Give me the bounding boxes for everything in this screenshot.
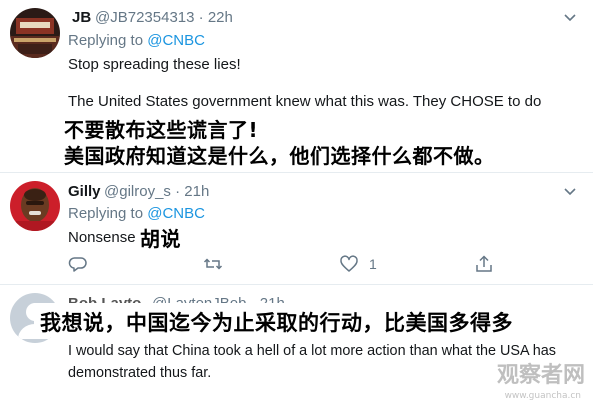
replying-prefix: Replying to: [68, 32, 144, 49]
translation-caption: 不要散布这些谎言了!: [64, 118, 259, 142]
mention-link[interactable]: @CNBC: [147, 205, 205, 222]
translation-caption: 胡说: [140, 227, 181, 251]
tweet-text: Nonsense: [68, 229, 136, 246]
avatar[interactable]: [10, 181, 60, 231]
retweet-icon: [203, 258, 223, 270]
author-handle[interactable]: @gilroy_s · 21h: [104, 183, 209, 200]
tweet-jb[interactable]: JB @JB72354313 · 22h Replying to @CNBC S…: [0, 0, 593, 169]
separator-dot: ·: [198, 9, 208, 26]
replying-to: Replying to @CNBC: [68, 32, 205, 49]
replying-to: Replying to @CNBC: [68, 205, 205, 222]
like-button[interactable]: 1: [339, 253, 377, 275]
timestamp[interactable]: 21h: [184, 183, 209, 200]
tweet-gilly[interactable]: Gilly @gilroy_s · 21h Replying to @CNBC …: [0, 173, 593, 283]
mention-link[interactable]: @CNBC: [147, 32, 205, 49]
like-count: 1: [369, 256, 377, 272]
share-icon: [476, 255, 492, 272]
timestamp[interactable]: 22h: [208, 9, 233, 26]
avatar[interactable]: [10, 8, 60, 58]
tweet-text-line: Stop spreading these lies!: [68, 56, 241, 73]
translation-caption: 美国政府知道这是什么，他们选择什么都不做。: [64, 144, 495, 168]
handle-text: @gilroy_s: [104, 183, 171, 200]
reply-icon: [68, 257, 87, 272]
chevron-down-icon[interactable]: [560, 182, 580, 202]
replying-prefix: Replying to: [68, 205, 144, 222]
retweet-button[interactable]: [203, 253, 233, 275]
handle-text: @JB72354313: [95, 9, 195, 26]
tweet-text-line: demonstrated thus far.: [68, 365, 212, 381]
reply-button[interactable]: [68, 253, 98, 275]
tweet-text-line: The United States government knew what t…: [68, 93, 542, 110]
share-button[interactable]: [474, 253, 494, 275]
author-handle[interactable]: @JB72354313 · 22h: [95, 9, 233, 26]
heart-icon: [340, 255, 358, 272]
translation-caption: 我想说，中国迄今为止采取的行动，比美国多得多: [40, 311, 513, 335]
author-name[interactable]: Gilly: [68, 183, 101, 200]
author-name[interactable]: JB: [72, 9, 91, 26]
watermark-url: www.guancha.cn: [504, 391, 581, 401]
tweet-text-line: I would say that China took a hell of a …: [68, 343, 556, 359]
chevron-down-icon[interactable]: [560, 8, 580, 28]
watermark-logo: 观察者网: [496, 363, 585, 388]
separator-dot: ·: [175, 183, 185, 200]
